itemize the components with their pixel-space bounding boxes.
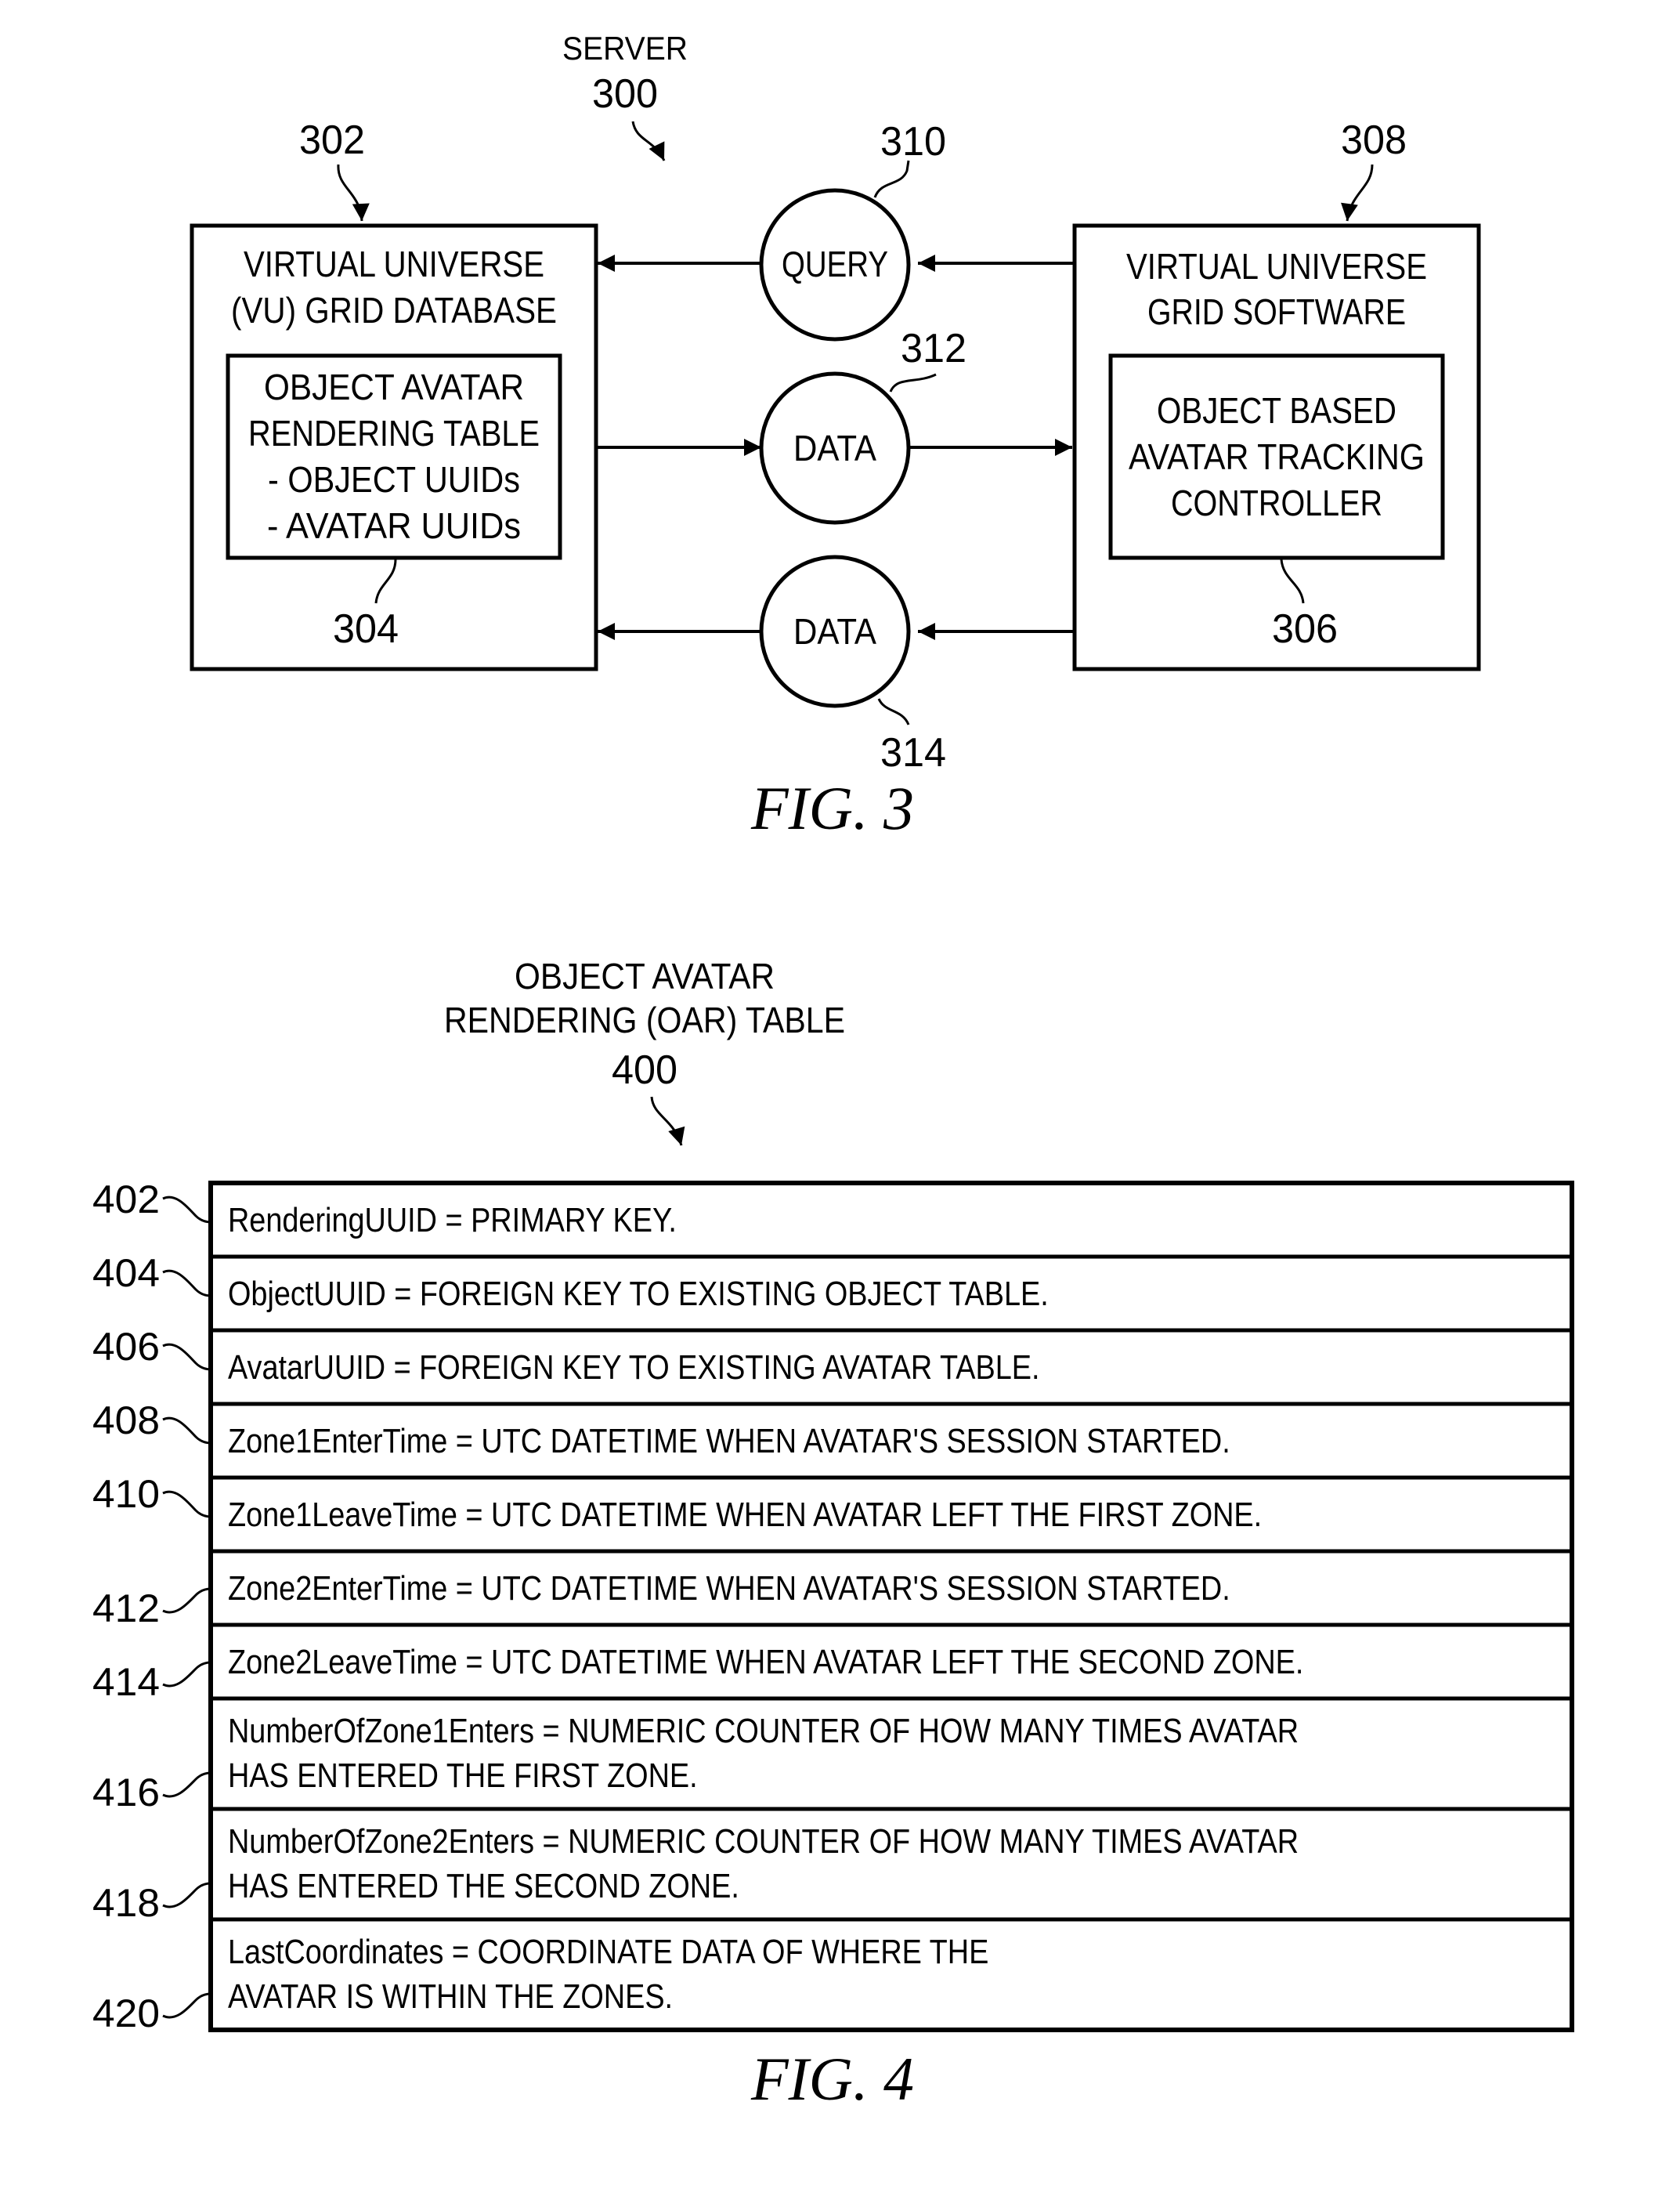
table-row-text: AvatarUUID = FOREIGN KEY TO EXISTING AVA… bbox=[228, 1348, 1040, 1386]
query-ref: 310 bbox=[880, 119, 946, 165]
row-ref-number: 416 bbox=[92, 1771, 160, 1814]
row-ref-number: 412 bbox=[92, 1586, 160, 1630]
oar-table-line-2: RENDERING TABLE bbox=[248, 413, 540, 454]
table-row-text: NumberOfZone2Enters = NUMERIC COUNTER OF… bbox=[228, 1821, 1299, 1860]
oar-table-title-line-2: RENDERING (OAR) TABLE bbox=[444, 1000, 845, 1040]
row-ref-number: 410 bbox=[92, 1472, 160, 1516]
oar-table: RenderingUUID = PRIMARY KEY. 402 ObjectUUI… bbox=[92, 1178, 1574, 2035]
controller-ref: 306 bbox=[1272, 606, 1338, 652]
row-ref-number: 406 bbox=[92, 1325, 160, 1369]
table-row-text: ObjectUUID = FOREIGN KEY TO EXISTING OBJ… bbox=[228, 1274, 1049, 1312]
row-ref-leader bbox=[162, 1771, 211, 1798]
row-ref-leader bbox=[162, 1196, 211, 1224]
data-314-flow-label: DATA bbox=[793, 611, 876, 652]
table-row-text: Zone1LeaveTime = UTC DATETIME WHEN AVATA… bbox=[228, 1495, 1262, 1533]
data-312-flow-label: DATA bbox=[793, 428, 876, 468]
row-ref-leader bbox=[162, 1882, 211, 1908]
row-ref-number: 420 bbox=[92, 1991, 160, 2035]
table-row-text: RenderingUUID = PRIMARY KEY. bbox=[228, 1200, 677, 1239]
table-row-text: Zone2LeaveTime = UTC DATETIME WHEN AVATA… bbox=[228, 1642, 1303, 1680]
row-ref-number: 408 bbox=[92, 1398, 160, 1442]
table-row-text: HAS ENTERED THE FIRST ZONE. bbox=[228, 1756, 698, 1794]
server-label: SERVER bbox=[562, 30, 688, 67]
table-row-text: LastCoordinates = COORDINATE DATA OF WHE… bbox=[228, 1932, 988, 1970]
row-ref-leader bbox=[162, 1490, 211, 1518]
oar-table-line-3: - OBJECT UUIDs bbox=[268, 459, 520, 500]
row-ref-leader bbox=[162, 1343, 211, 1371]
table-row: Zone2LeaveTime = UTC DATETIME WHEN AVATA… bbox=[92, 1622, 1574, 1704]
figure-3: SERVER 300 302 VIRTUAL UNIVERSE (VU) GRI… bbox=[190, 30, 1481, 842]
oar-table-ref: 304 bbox=[333, 606, 399, 652]
controller-line-2: AVATAR TRACKING bbox=[1129, 436, 1425, 477]
software-ref-leader-arrow bbox=[1341, 164, 1374, 222]
row-ref-leader bbox=[162, 1661, 211, 1688]
table-row-text: Zone2EnterTime = UTC DATETIME WHEN AVATA… bbox=[228, 1568, 1230, 1607]
table-row: NumberOfZone1Enters = NUMERIC COUNTER OF… bbox=[92, 1696, 1574, 1814]
figure-4-caption: FIG. 4 bbox=[750, 2045, 914, 2113]
data-314-ref: 314 bbox=[880, 730, 946, 776]
row-ref-number: 414 bbox=[92, 1660, 160, 1704]
row-ref-number: 418 bbox=[92, 1881, 160, 1925]
row-ref-leader bbox=[162, 1992, 211, 2019]
table-row: ObjectUUID = FOREIGN KEY TO EXISTING OBJ… bbox=[92, 1251, 1574, 1333]
table-row: Zone2EnterTime = UTC DATETIME WHEN AVATA… bbox=[92, 1549, 1574, 1630]
data-314-ref-leader bbox=[877, 698, 910, 725]
row-ref-leader bbox=[162, 1416, 211, 1445]
table-row-text: Zone1EnterTime = UTC DATETIME WHEN AVATA… bbox=[228, 1421, 1230, 1460]
row-ref-number: 404 bbox=[92, 1251, 160, 1295]
oar-table-ref-leader-arrow bbox=[650, 1096, 685, 1146]
database-ref-leader-arrow bbox=[337, 164, 370, 222]
oar-table-title-line-1: OBJECT AVATAR bbox=[515, 956, 775, 997]
data-312-ref-leader bbox=[889, 373, 937, 393]
oar-table-ref-400: 400 bbox=[612, 1047, 677, 1093]
software-title-line-1: VIRTUAL UNIVERSE bbox=[1126, 246, 1427, 287]
row-ref-leader bbox=[162, 1269, 211, 1297]
table-row-text: AVATAR IS WITHIN THE ZONES. bbox=[228, 1977, 673, 2015]
oar-table-line-4: - AVATAR UUIDs bbox=[267, 505, 521, 546]
oar-table-line-1: OBJECT AVATAR bbox=[264, 367, 524, 407]
database-title-line-1: VIRTUAL UNIVERSE bbox=[244, 244, 544, 284]
query-ref-leader bbox=[873, 160, 910, 198]
patent-drawing-sheet: SERVER 300 302 VIRTUAL UNIVERSE (VU) GRI… bbox=[92, 30, 1574, 2113]
table-row: NumberOfZone2Enters = NUMERIC COUNTER OF… bbox=[92, 1807, 1574, 1925]
figure-4: OBJECT AVATAR RENDERING (OAR) TABLE 400 … bbox=[92, 956, 1574, 2113]
database-ref: 302 bbox=[299, 118, 365, 163]
data-312-ref: 312 bbox=[901, 326, 966, 371]
figure-3-caption: FIG. 3 bbox=[750, 774, 914, 842]
database-title-line-2: (VU) GRID DATABASE bbox=[231, 290, 557, 331]
software-title-line-2: GRID SOFTWARE bbox=[1147, 291, 1406, 332]
server-ref: 300 bbox=[592, 71, 658, 117]
row-ref-number: 402 bbox=[92, 1178, 160, 1221]
controller-line-1: OBJECT BASED bbox=[1157, 390, 1396, 431]
table-row: Zone1EnterTime = UTC DATETIME WHEN AVATA… bbox=[92, 1398, 1574, 1480]
software-ref: 308 bbox=[1341, 118, 1407, 163]
query-flow-label: QUERY bbox=[782, 244, 888, 284]
table-row-text: HAS ENTERED THE SECOND ZONE. bbox=[228, 1866, 739, 1905]
table-row-text: NumberOfZone1Enters = NUMERIC COUNTER OF… bbox=[228, 1711, 1299, 1749]
table-row: LastCoordinates = COORDINATE DATA OF WHE… bbox=[92, 1917, 1574, 2035]
table-row: AvatarUUID = FOREIGN KEY TO EXISTING AVA… bbox=[92, 1325, 1574, 1406]
row-ref-leader bbox=[162, 1587, 211, 1614]
table-row: RenderingUUID = PRIMARY KEY. 402 bbox=[92, 1178, 1574, 1259]
server-ref-leader-arrow bbox=[631, 121, 666, 161]
controller-line-3: CONTROLLER bbox=[1171, 483, 1382, 523]
table-row: Zone1LeaveTime = UTC DATETIME WHEN AVATA… bbox=[92, 1472, 1574, 1554]
